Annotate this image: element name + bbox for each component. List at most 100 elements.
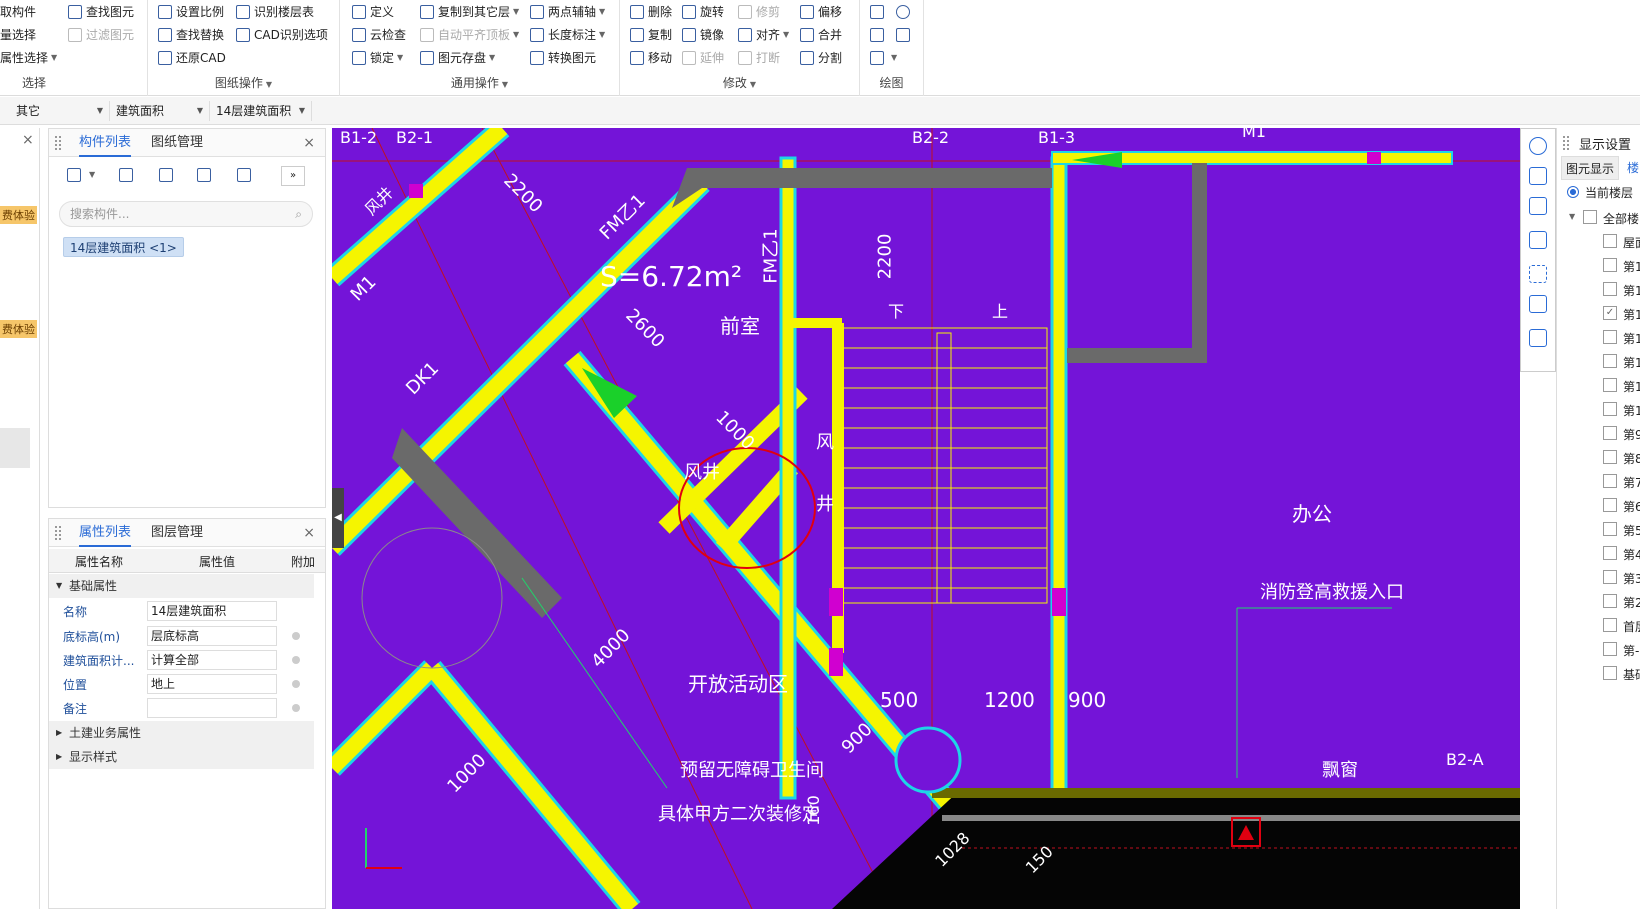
trim-button[interactable]: 修剪 <box>738 2 780 22</box>
settings-view-icon[interactable] <box>1529 329 1547 347</box>
trial-badge[interactable]: 费体验 <box>0 206 37 224</box>
expand-icon[interactable]: ▼ <box>1569 212 1575 221</box>
define-button[interactable]: 定义 <box>352 2 394 22</box>
break-button[interactable]: 打断 <box>738 48 780 68</box>
draw-point-button[interactable] <box>870 2 888 22</box>
floor-checkbox[interactable] <box>1603 402 1617 416</box>
extra-dot[interactable] <box>292 680 300 688</box>
top-view-icon[interactable] <box>1529 197 1547 215</box>
drag-handle-icon[interactable] <box>55 526 61 540</box>
floor-copy-icon[interactable] <box>237 168 251 182</box>
tab-property-list[interactable]: 属性列表 <box>79 519 132 547</box>
floor-checkbox[interactable] <box>1603 594 1617 608</box>
3d-view-icon[interactable] <box>1529 167 1547 185</box>
rotate-view-icon[interactable] <box>1529 137 1547 155</box>
two-point-aux-button[interactable]: 两点辅轴 ▼ <box>530 2 605 22</box>
lock-button[interactable]: 锁定 ▼ <box>352 48 403 68</box>
draw-circle-button[interactable] <box>896 2 914 22</box>
extend-button[interactable]: 延伸 <box>682 48 724 68</box>
filter-element-button[interactable]: 过滤图元 <box>68 25 134 45</box>
tab-component-list[interactable]: 构件列表 <box>79 129 132 157</box>
more-icon[interactable]: » <box>281 166 305 186</box>
floor-checkbox[interactable] <box>1603 642 1617 656</box>
type-combo[interactable]: 建筑面积 ▼ <box>112 101 210 121</box>
extra-dot[interactable] <box>292 656 300 664</box>
floor-checkbox[interactable] <box>1603 474 1617 488</box>
close-icon[interactable]: × <box>303 519 315 547</box>
drag-handle-icon[interactable] <box>1563 136 1569 150</box>
trial-badge[interactable]: 费体验 <box>0 320 37 338</box>
copy-button[interactable]: 复制 <box>630 25 672 45</box>
find-replace-button[interactable]: 查找替换 <box>158 25 224 45</box>
cloud-check-button[interactable]: 云检查 <box>352 25 406 45</box>
floor-checkbox[interactable]: ✓ <box>1603 306 1617 320</box>
draw-arc-button[interactable]: ▼ <box>870 48 897 68</box>
cad-options-button[interactable]: CAD识别选项 <box>236 25 328 45</box>
restore-cad-button[interactable]: 还原CAD <box>158 48 226 68</box>
mirror-button[interactable]: 镜像 <box>682 25 724 45</box>
floor-checkbox[interactable] <box>1603 666 1617 680</box>
all-floors-checkbox[interactable] <box>1583 210 1597 224</box>
component-item[interactable]: 14层建筑面积 <1> <box>63 237 184 257</box>
floor-checkbox[interactable] <box>1603 234 1617 248</box>
cube-view-icon[interactable] <box>1529 231 1547 249</box>
collapse-left-handle[interactable]: ◀ <box>332 488 344 548</box>
drag-handle-icon[interactable] <box>55 136 61 150</box>
floor-checkbox[interactable] <box>1603 546 1617 560</box>
left-strip-close[interactable]: × <box>22 132 34 148</box>
new-component-icon[interactable] <box>67 168 81 182</box>
draw-line-button[interactable] <box>870 25 888 45</box>
section-style[interactable]: ▶ 显示样式 <box>49 745 314 769</box>
length-mark-button[interactable]: 长度标注 ▼ <box>530 25 605 45</box>
rotate-button[interactable]: 旋转 <box>682 2 724 22</box>
delete-component-icon[interactable] <box>159 168 173 182</box>
floor-checkbox[interactable] <box>1603 570 1617 584</box>
identify-floor-button[interactable]: 识别楼层表 <box>236 2 314 22</box>
category-combo[interactable]: 其它 ▼ <box>0 101 110 121</box>
tab-floor-display[interactable]: 楼 <box>1627 156 1639 180</box>
close-icon[interactable]: × <box>303 129 315 157</box>
floor-checkbox[interactable] <box>1603 498 1617 512</box>
align-button[interactable]: 对齐 ▼ <box>738 25 789 45</box>
floor-checkbox[interactable] <box>1603 426 1617 440</box>
move-button[interactable]: 移动 <box>630 48 672 68</box>
save-element-button[interactable]: 图元存盘 ▼ <box>420 48 495 68</box>
set-scale-button[interactable]: 设置比例 <box>158 2 224 22</box>
floor-checkbox[interactable] <box>1603 378 1617 392</box>
layer-view-icon[interactable] <box>1529 295 1547 313</box>
split-button[interactable]: 分割 <box>800 48 842 68</box>
floor-checkbox[interactable] <box>1603 258 1617 272</box>
floor-checkbox[interactable] <box>1603 354 1617 368</box>
fit-view-icon[interactable] <box>1529 265 1547 283</box>
merge-button[interactable]: 合并 <box>800 25 842 45</box>
current-floor-radio[interactable] <box>1567 186 1579 198</box>
tab-element-display[interactable]: 图元显示 <box>1561 156 1620 180</box>
tab-drawing-management[interactable]: 图纸管理 <box>151 129 203 157</box>
component-search-input[interactable]: 搜索构件... ⌕ <box>59 201 313 227</box>
tab-layer-management[interactable]: 图层管理 <box>151 519 203 547</box>
batch-select-button[interactable]: 量选择 <box>0 25 36 45</box>
floor-checkbox[interactable] <box>1603 522 1617 536</box>
offset-button[interactable]: 偏移 <box>800 2 842 22</box>
floor-checkbox[interactable] <box>1603 330 1617 344</box>
drawing-canvas[interactable]: B1-2 B2-1 B2-2 B1-3 M1 S=6.72m² 2200 260… <box>332 128 1520 909</box>
chevron-down-icon[interactable]: ▼ <box>89 170 95 179</box>
find-element-button[interactable]: 查找图元 <box>68 2 134 22</box>
property-select-button[interactable]: 属性选择 ▼ <box>0 48 57 68</box>
floor-plan[interactable] <box>332 128 1520 909</box>
section-basic[interactable]: ▼ 基础属性 <box>49 574 314 598</box>
floor-checkbox[interactable] <box>1603 618 1617 632</box>
copy-to-floor-button[interactable]: 复制到其它层 ▼ <box>420 2 519 22</box>
convert-element-button[interactable]: 转换图元 <box>530 48 596 68</box>
draw-rect-button[interactable] <box>896 25 914 45</box>
pick-component-button[interactable]: 取构件 <box>0 2 36 22</box>
extra-dot[interactable] <box>292 704 300 712</box>
copy-component-icon[interactable] <box>119 168 133 182</box>
section-civil[interactable]: ▶ 土建业务属性 <box>49 721 314 745</box>
delete-button[interactable]: 删除 <box>630 2 672 22</box>
extra-dot[interactable] <box>292 632 300 640</box>
duplicate-icon[interactable] <box>197 168 211 182</box>
auto-align-button[interactable]: 自动平齐顶板 ▼ <box>420 25 519 45</box>
floor-checkbox[interactable] <box>1603 450 1617 464</box>
component-combo[interactable]: 14层建筑面积 ▼ <box>212 101 312 121</box>
